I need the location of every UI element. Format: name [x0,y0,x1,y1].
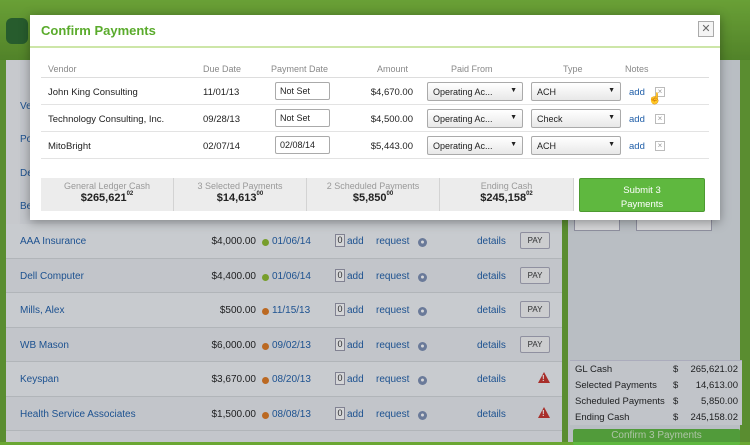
add-note-link[interactable]: add [629,87,645,98]
close-icon[interactable]: ✕ [698,21,714,37]
header-vendor: Vendor [48,64,77,74]
payment-type-value: ACH [537,141,557,151]
payment-type-value: Check [537,114,563,124]
header-payment-date: Payment Date [271,64,329,74]
payment-amount: $4,500.00 [370,114,413,125]
vendor-name: John King Consulting [48,87,138,98]
summary-cents: 00 [256,191,264,197]
payment-amount: $5,443.00 [370,141,413,152]
confirm-payments-dialog: Confirm Payments ✕ Vendor Due Date Payme… [30,15,720,220]
summary-cents: 02 [126,191,134,197]
summary-scheduled: 2 Scheduled Payments $5,85000 [307,178,440,211]
table-row: Technology Consulting, Inc. 09/28/13 Not… [41,105,709,132]
close-box-icon[interactable]: × [655,114,665,124]
header-amount: Amount [377,64,409,74]
submit-label-line1: Submit 3 [623,185,661,196]
summary-cents: 02 [526,191,533,197]
paid-from-value: Operating Ac... [433,87,493,97]
close-box-icon[interactable]: × [655,141,665,151]
payment-type-select[interactable]: ACH ▼ [531,136,621,155]
payments-table: Vendor Due Date Payment Date Amount Paid… [41,60,709,159]
payment-type-select[interactable]: ACH ▼ [531,82,621,101]
payment-amount: $4,670.00 [370,87,413,98]
due-date: 11/01/13 [203,87,240,98]
chevron-down-icon: ▼ [510,141,517,148]
summary-value: $245,15802 [440,191,573,204]
chevron-down-icon: ▼ [608,114,615,121]
paid-from-select[interactable]: Operating Ac... ▼ [427,109,523,128]
paid-from-select[interactable]: Operating Ac... ▼ [427,136,523,155]
payment-date-input[interactable]: Not Set [275,109,330,127]
header-notes: Notes [625,64,649,74]
hand-pointer-icon: ☝ [648,93,662,105]
dialog-title: Confirm Payments [41,23,156,38]
summary-label: 2 Scheduled Payments [326,181,420,191]
summary-label: General Ledger Cash [63,181,151,191]
payment-type-select[interactable]: Check ▼ [531,109,621,128]
paid-from-value: Operating Ac... [433,114,493,124]
submit-payments-button[interactable]: Submit 3 Payments [579,178,705,212]
header-type: Type [563,64,583,74]
due-date: 09/28/13 [203,114,240,125]
add-note-link[interactable]: add [629,114,645,125]
summary-ending-cash: Ending Cash $245,15802 [440,178,574,211]
summary-gl-cash: General Ledger Cash $265,62102 [41,178,174,211]
chevron-down-icon: ▼ [510,114,517,121]
summary-dollars: $5,850 [352,192,387,204]
vendor-name: Technology Consulting, Inc. [48,114,165,125]
summary-cents: 00 [386,191,394,197]
payment-date-input[interactable]: Not Set [275,82,330,100]
add-note-link[interactable]: add [629,141,645,152]
vendor-name: MitoBright [48,141,91,152]
header-due-date: Due Date [203,64,242,74]
summary-label: 3 Selected Payments [197,181,283,191]
table-header: Vendor Due Date Payment Date Amount Paid… [41,60,709,78]
chevron-down-icon: ▼ [510,87,517,94]
summary-value: $5,85000 [307,191,439,204]
paid-from-select[interactable]: Operating Ac... ▼ [427,82,523,101]
summary-dollars: $265,621 [80,192,127,204]
summary-value: $14,61300 [174,191,306,204]
due-date: 02/07/14 [203,141,240,152]
paid-from-value: Operating Ac... [433,141,493,151]
summary-label: Ending Cash [480,181,533,191]
summary-value: $265,62102 [41,191,173,204]
payment-date-input[interactable]: 02/08/14 [275,136,330,154]
payment-type-value: ACH [537,87,557,97]
header-paid-from: Paid From [451,64,493,74]
summary-selected: 3 Selected Payments $14,61300 [174,178,307,211]
summary-dollars: $14,613 [216,192,257,204]
table-row: John King Consulting 11/01/13 Not Set $4… [41,78,709,105]
chevron-down-icon: ▼ [608,87,615,94]
summary-dollars: $245,158 [480,192,527,204]
payment-summary: General Ledger Cash $265,62102 3 Selecte… [41,178,709,212]
chevron-down-icon: ▼ [608,141,615,148]
submit-label-line2: Payments [620,199,664,210]
table-row: MitoBright 02/07/14 02/08/14 $5,443.00 O… [41,132,709,159]
title-divider [30,46,720,48]
